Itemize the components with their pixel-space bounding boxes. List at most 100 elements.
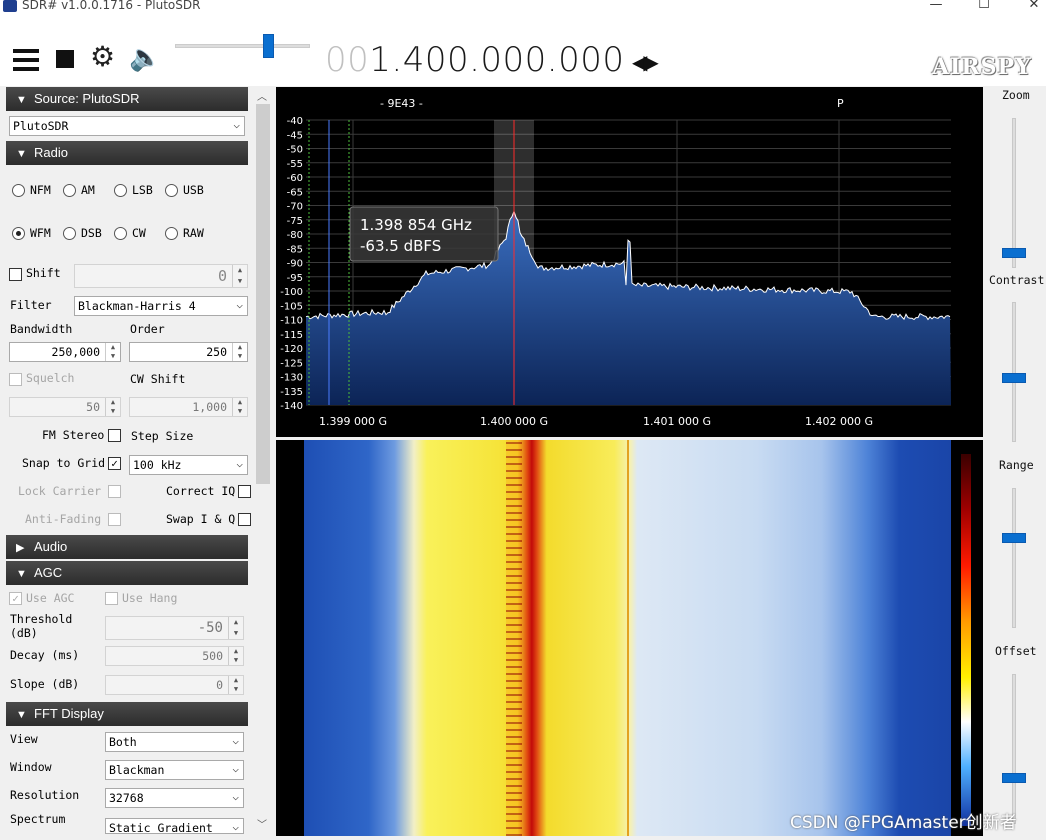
mode-label: DSB bbox=[81, 226, 102, 240]
range-slider-track[interactable] bbox=[1012, 488, 1016, 628]
volume-slider-thumb[interactable] bbox=[263, 34, 274, 58]
close-button[interactable]: ✕ bbox=[1024, 0, 1044, 12]
gear-icon[interactable]: ⚙ bbox=[90, 43, 115, 71]
tooltip-level: -63.5 dBFS bbox=[360, 237, 441, 255]
mode-label: USB bbox=[183, 183, 204, 197]
radio-wfm[interactable] bbox=[12, 227, 25, 240]
use-agc-checkbox[interactable]: ✓ bbox=[9, 592, 22, 605]
y-tick-label: -60 bbox=[287, 173, 303, 184]
title-bar: SDR# v1.0.0.1716 - PlutoSDR — ☐ ✕ bbox=[0, 0, 1046, 14]
use-agc-label: Use AGC bbox=[26, 591, 75, 605]
minimize-button[interactable]: — bbox=[926, 0, 946, 12]
audio-section-header[interactable]: ▶ Audio bbox=[6, 535, 248, 559]
speaker-icon[interactable]: 🔈 bbox=[129, 45, 161, 71]
y-tick-label: -75 bbox=[287, 216, 303, 227]
anti-fading-checkbox[interactable] bbox=[108, 513, 121, 526]
scroll-up-icon[interactable]: ︿ bbox=[257, 88, 267, 103]
waterfall-signal-band bbox=[506, 440, 522, 836]
y-tick-label: -130 bbox=[280, 373, 303, 384]
radio-dsb[interactable] bbox=[63, 227, 76, 240]
y-tick-label: -90 bbox=[287, 259, 303, 270]
mode-label: RAW bbox=[183, 226, 204, 240]
window-select[interactable]: Blackman ⌵ bbox=[105, 760, 244, 780]
shift-input[interactable]: 0 ▲ ▼ bbox=[74, 264, 248, 288]
hamburger-menu-icon[interactable] bbox=[13, 49, 39, 75]
radio-lsb[interactable] bbox=[114, 184, 127, 197]
y-tick-label: -50 bbox=[287, 145, 303, 156]
order-input[interactable]: 250 ▲ ▼ bbox=[129, 342, 248, 362]
control-panel: ▼ Source: PlutoSDR PlutoSDR ⌵ ▼ Radio NFM A… bbox=[0, 86, 272, 840]
watermark: CSDN @FPGAmaster创新者 bbox=[790, 813, 1017, 833]
mode-label: LSB bbox=[132, 183, 153, 197]
bandwidth-input[interactable]: 250,000 ▲ ▼ bbox=[9, 342, 121, 362]
source-device-select[interactable]: PlutoSDR ⌵ bbox=[9, 116, 245, 136]
volume-slider-track[interactable] bbox=[175, 44, 310, 48]
snap-to-grid-checkbox[interactable]: ✓ bbox=[108, 457, 121, 470]
y-tick-label: -80 bbox=[287, 230, 303, 241]
scrollbar-thumb[interactable] bbox=[256, 104, 270, 484]
fft-display-section-header[interactable]: ▼ FFT Display bbox=[6, 702, 248, 726]
radio-usb[interactable] bbox=[165, 184, 178, 197]
shift-checkbox[interactable] bbox=[9, 268, 22, 281]
zoom-slider-thumb[interactable] bbox=[1002, 248, 1026, 258]
scroll-down-icon[interactable]: ﹀ bbox=[257, 816, 267, 831]
y-tick-label: -115 bbox=[280, 330, 303, 341]
contrast-slider-thumb[interactable] bbox=[1002, 373, 1026, 383]
spectrum-plot[interactable]: - 9E43 - P -40 -45 -50 -55 -60 -65 -70 -75 -80 -8… bbox=[276, 87, 983, 437]
view-label: View bbox=[10, 732, 38, 746]
use-hang-checkbox[interactable] bbox=[105, 592, 118, 605]
y-tick-label: -125 bbox=[280, 358, 303, 369]
swap-iq-checkbox[interactable] bbox=[238, 513, 251, 526]
waterfall-display[interactable] bbox=[276, 440, 983, 836]
threshold-unit-label: (dB) bbox=[10, 626, 38, 640]
radio-cw[interactable] bbox=[114, 227, 127, 240]
correct-iq-checkbox[interactable] bbox=[238, 485, 251, 498]
filter-select[interactable]: Blackman-Harris 4 ⌵ bbox=[74, 296, 248, 316]
window-label: Window bbox=[10, 760, 52, 774]
x-tick-label: 1.401 000 G bbox=[643, 415, 711, 428]
radio-raw[interactable] bbox=[165, 227, 178, 240]
lock-carrier-checkbox[interactable] bbox=[108, 485, 121, 498]
threshold-label: Threshold bbox=[10, 612, 73, 626]
decay-input[interactable]: 500 ▲ ▼ bbox=[105, 646, 244, 666]
offset-slider-thumb[interactable] bbox=[1002, 773, 1026, 783]
radio-am[interactable] bbox=[63, 184, 76, 197]
slope-input[interactable]: 0 ▲ ▼ bbox=[105, 675, 244, 695]
view-select[interactable]: Both ⌵ bbox=[105, 732, 244, 752]
maximize-button[interactable]: ☐ bbox=[974, 0, 994, 12]
fm-stereo-checkbox[interactable] bbox=[108, 429, 121, 442]
range-slider-thumb[interactable] bbox=[1002, 533, 1026, 543]
cw-shift-label: CW Shift bbox=[130, 372, 186, 386]
order-label: Order bbox=[130, 322, 165, 336]
agc-section-header[interactable]: ▼ AGC bbox=[6, 561, 248, 585]
filter-label: Filter bbox=[10, 298, 52, 312]
zoom-label: Zoom bbox=[1002, 88, 1030, 102]
y-tick-label: -45 bbox=[287, 130, 303, 141]
resolution-label: Resolution bbox=[10, 788, 80, 802]
y-tick-label: -100 bbox=[280, 287, 303, 298]
spectrum-analyzer[interactable]: - 9E43 - P -40 -45 -50 -55 -60 -65 -70 -75 -80 -8… bbox=[276, 87, 983, 437]
control-panel-scrollbar[interactable]: ︿ ﹀ bbox=[254, 86, 272, 836]
contrast-slider-track[interactable] bbox=[1012, 302, 1016, 442]
waterfall-color-bar bbox=[961, 454, 971, 826]
radio-nfm[interactable] bbox=[12, 184, 25, 197]
frequency-display[interactable]: 001.400.000.000 bbox=[325, 40, 625, 80]
lock-carrier-label: Lock Carrier bbox=[18, 484, 102, 498]
squelch-input[interactable]: 50 ▲ ▼ bbox=[9, 397, 121, 417]
threshold-input[interactable]: -50 ▲ ▼ bbox=[105, 616, 244, 640]
step-size-select[interactable]: 100 kHz ⌵ bbox=[129, 455, 248, 475]
cw-shift-input[interactable]: 1,000 ▲ ▼ bbox=[129, 397, 248, 417]
tune-arrows-icon[interactable]: ◀▶ bbox=[632, 50, 659, 74]
resolution-select[interactable]: 32768 ⌵ bbox=[105, 788, 244, 808]
use-hang-label: Use Hang bbox=[122, 591, 178, 605]
y-tick-label: -85 bbox=[287, 244, 303, 255]
offset-slider-track[interactable] bbox=[1012, 674, 1016, 824]
spectrum-style-select[interactable]: Static Gradient ⌵ bbox=[105, 818, 244, 835]
y-tick-label: -140 bbox=[280, 401, 303, 412]
source-section-header[interactable]: ▼ Source: PlutoSDR bbox=[6, 87, 248, 111]
fm-stereo-label: FM Stereo bbox=[42, 428, 105, 442]
stop-icon[interactable] bbox=[56, 50, 74, 68]
squelch-checkbox[interactable] bbox=[9, 373, 22, 386]
radio-section-header[interactable]: ▼ Radio bbox=[6, 141, 248, 165]
zoom-slider-track[interactable] bbox=[1012, 118, 1016, 268]
